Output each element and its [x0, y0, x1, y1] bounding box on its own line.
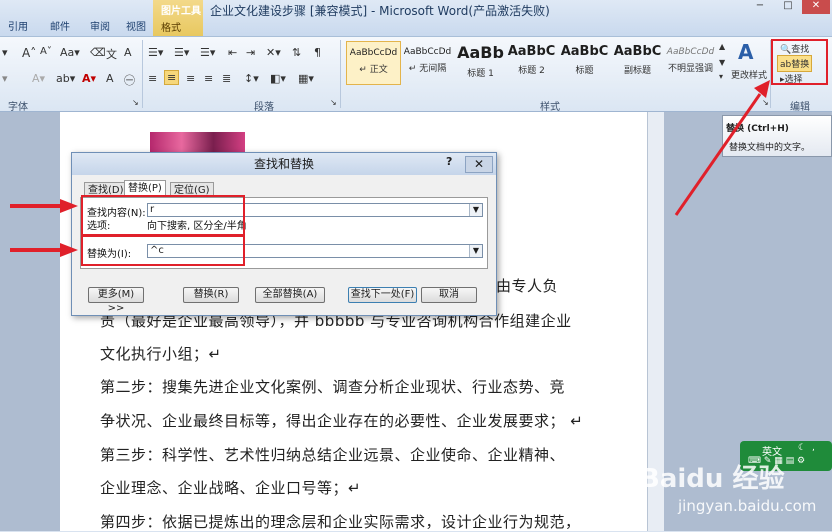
- watermark-url: jingyan.baidu.com: [678, 497, 817, 515]
- arrow-to-replace-icon: [10, 243, 78, 257]
- arrow-to-ribbon-replace-icon: [674, 80, 770, 216]
- arrow-to-find-icon: [10, 199, 78, 213]
- punct-icon[interactable]: ,: [812, 443, 815, 453]
- annotation-arrows: [10, 80, 770, 257]
- moon-icon[interactable]: ☾: [798, 443, 806, 453]
- baidu-watermark: Baidu 经验: [640, 464, 785, 494]
